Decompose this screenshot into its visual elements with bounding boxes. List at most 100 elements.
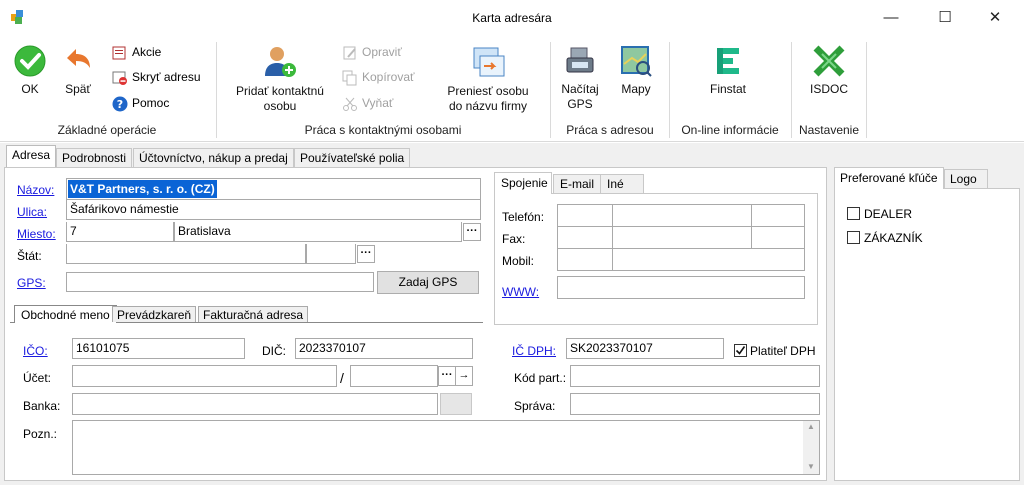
copy-button[interactable]: Kopírovať [342, 69, 415, 87]
city-field[interactable]: Bratislava [174, 222, 462, 242]
add-contact-button[interactable]: Pridať kontaktnú osobu [224, 44, 336, 118]
tab-logo[interactable]: Logo [944, 169, 988, 188]
name-field[interactable]: V&T Partners, s. r. o. (CZ) [66, 178, 481, 200]
subtab-premises[interactable]: Prevádzkareň [112, 306, 197, 322]
phone-field[interactable] [612, 204, 752, 227]
account-field[interactable] [72, 365, 337, 387]
transfer-person-button[interactable]: Preniesť osobu do názvu firmy [436, 44, 540, 118]
tab-email[interactable]: E-mail [553, 174, 601, 193]
bank-field[interactable] [72, 393, 438, 415]
actions-button[interactable]: Akcie [112, 44, 161, 62]
mobile-prefix-field[interactable] [557, 248, 613, 271]
set-gps-button[interactable]: Zadaj GPS [377, 271, 479, 294]
fax-label: Fax: [502, 232, 526, 246]
vat-payer-checkbox[interactable] [734, 344, 747, 357]
ok-button[interactable]: OK [8, 44, 52, 100]
edit-button[interactable]: Opraviť [342, 44, 402, 62]
tab-accounting[interactable]: Účtovníctvo, nákup a predaj [133, 148, 294, 168]
mobile-field[interactable] [612, 248, 805, 271]
bank-label: Banka: [23, 399, 61, 413]
vat-payer-label: Platiteľ DPH [750, 344, 816, 358]
street-field[interactable]: Šafárikovo námestie [66, 200, 481, 220]
tab-connection[interactable]: Spojenie [494, 172, 552, 194]
account-arrow-button[interactable]: → [455, 366, 473, 386]
arrow-right-icon: → [458, 369, 470, 381]
subtab-business-name[interactable]: Obchodné meno [14, 305, 117, 323]
ico-label[interactable]: IČO: [23, 342, 48, 360]
add-person-icon [262, 44, 298, 80]
zip-field[interactable]: 7 [66, 222, 174, 242]
maximize-button[interactable]: ☐ [922, 0, 968, 36]
more-dots-icon: ··· [441, 369, 453, 381]
state-label: Štát: [17, 249, 42, 263]
transfer-icon [470, 44, 506, 80]
tab-user-fields[interactable]: Používateľské polia [294, 148, 411, 168]
icdph-label[interactable]: IČ DPH: [512, 342, 556, 360]
ico-field[interactable]: 16101075 [72, 338, 245, 359]
tab-other[interactable]: Iné [600, 174, 644, 193]
help-button[interactable]: ? Pomoc [112, 95, 169, 113]
isdoc-button[interactable]: ISDOC [796, 44, 862, 118]
svg-text:?: ? [117, 98, 123, 111]
phone-label: Telefón: [502, 210, 545, 224]
gps-device-icon [563, 44, 597, 78]
state-field[interactable] [66, 244, 306, 264]
icdph-field[interactable]: SK2023370107 [566, 338, 724, 359]
fax-ext-field[interactable] [751, 226, 805, 249]
close-button[interactable]: ✕ [972, 0, 1018, 36]
preferred-keys-panel [834, 188, 1020, 481]
message-label: Správa: [514, 399, 556, 413]
dic-field[interactable]: 2023370107 [295, 338, 473, 359]
city-lookup-button[interactable]: ··· [463, 223, 481, 241]
maps-button[interactable]: Mapy [610, 44, 662, 118]
group-basic-label: Základné operácie [57, 123, 157, 137]
partner-code-field[interactable] [570, 365, 820, 387]
tab-address[interactable]: Adresa [6, 145, 57, 167]
name-label[interactable]: Názov: [17, 181, 54, 199]
note-scrollbar[interactable]: ▲ ▼ [803, 421, 819, 474]
message-field[interactable] [570, 393, 820, 415]
load-gps-button[interactable]: Načítaj GPS [554, 44, 606, 118]
note-field[interactable] [72, 420, 820, 475]
www-field[interactable] [557, 276, 805, 299]
map-icon [619, 44, 653, 78]
group-settings-label: Nastavenie [798, 123, 860, 137]
check-icon [13, 44, 47, 78]
group-address-label: Práca s adresou [566, 123, 654, 137]
hide-address-button[interactable]: Skryť adresu [112, 69, 201, 87]
group-online-label: On-line informácie [681, 123, 779, 137]
phone-prefix-field[interactable] [557, 204, 613, 227]
account-lookup-button[interactable]: ··· [438, 366, 456, 386]
key-customer-checkbox[interactable] [847, 231, 860, 244]
note-label: Pozn.: [23, 427, 58, 441]
phone-ext-field[interactable] [751, 204, 805, 227]
state-code-field[interactable] [306, 244, 356, 264]
mobile-label: Mobil: [502, 254, 535, 268]
contact-grid [557, 204, 805, 271]
cut-button[interactable]: Vyňať [342, 95, 393, 113]
fax-field[interactable] [612, 226, 752, 249]
partner-code-label: Kód part.: [514, 371, 567, 385]
minimize-button[interactable]: — [868, 0, 914, 36]
gps-label[interactable]: GPS: [17, 274, 46, 292]
actions-icon [112, 45, 128, 61]
www-label[interactable]: WWW: [502, 283, 539, 301]
city-label[interactable]: Miesto: [17, 225, 56, 243]
hide-address-icon [112, 70, 128, 86]
bank-code-field[interactable] [350, 365, 438, 387]
back-button[interactable]: Späť [56, 44, 100, 100]
gps-field[interactable] [66, 272, 374, 292]
scroll-down-icon: ▼ [807, 462, 815, 471]
tab-preferred-keys[interactable]: Preferované kľúče [834, 167, 944, 189]
street-label[interactable]: Ulica: [17, 203, 47, 221]
key-dealer-checkbox[interactable] [847, 207, 860, 220]
key-customer-label: ZÁKAZNÍK [864, 231, 923, 245]
fax-prefix-field[interactable] [557, 226, 613, 249]
tab-details[interactable]: Podrobnosti [56, 148, 133, 168]
isdoc-icon [812, 44, 846, 78]
scroll-up-icon: ▲ [807, 422, 815, 431]
subtab-billing-address[interactable]: Fakturačná adresa [198, 306, 309, 322]
state-lookup-button[interactable]: ··· [357, 245, 375, 263]
finstat-icon [711, 44, 745, 78]
finstat-button[interactable]: Finstat [690, 44, 766, 118]
